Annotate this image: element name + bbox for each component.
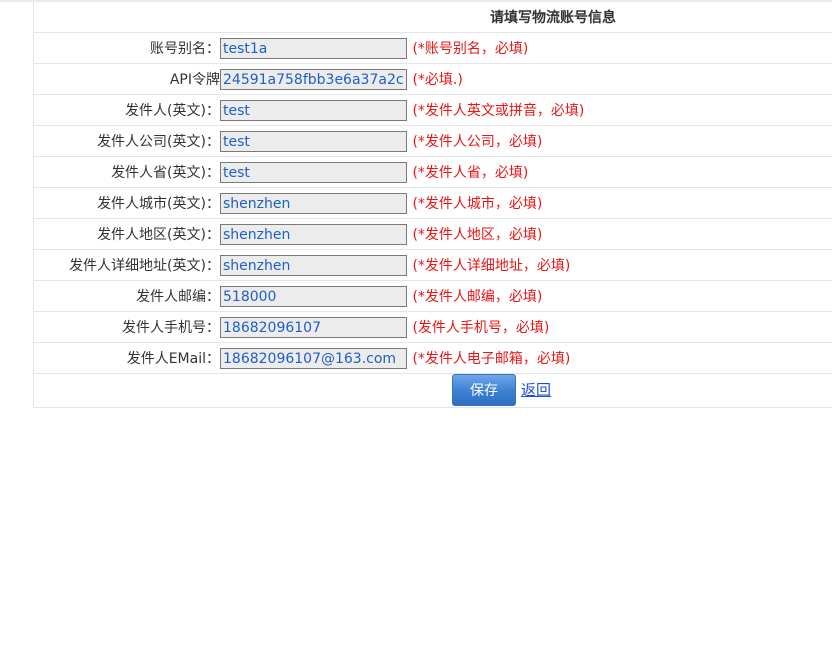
field-hint: (*发件人省，必填) [412, 165, 529, 181]
page: 请填写物流账号信息 账号别名： (*账号别名，必填) API令牌 (*必填.) … [0, 0, 832, 670]
field-hint: (发件人手机号，必填) [412, 320, 550, 336]
field-row-api-token: API令牌 (*必填.) [33, 63, 832, 95]
form-title: 请填写物流账号信息 [490, 10, 616, 26]
field-label: 发件人(英文)： [33, 94, 220, 126]
field-row-sender-name: 发件人(英文)： (*发件人英文或拼音，必填) [33, 94, 832, 126]
field-row-sender-email: 发件人EMail： (*发件人电子邮箱，必填) [33, 342, 832, 374]
field-cell: (*必填.) [220, 63, 832, 95]
field-hint: (*必填.) [412, 72, 463, 88]
field-label: API令牌 [33, 63, 220, 95]
sender-company-input[interactable] [220, 130, 407, 152]
sender-name-input[interactable] [220, 99, 407, 121]
field-cell: (*发件人省，必填) [220, 156, 832, 188]
field-hint: (*账号别名，必填) [412, 41, 529, 57]
field-row-sender-address: 发件人详细地址(英文)： (*发件人详细地址，必填) [33, 249, 832, 281]
sender-province-input[interactable] [220, 161, 407, 183]
field-hint: (*发件人英文或拼音，必填) [412, 103, 585, 119]
field-cell: (发件人手机号，必填) [220, 311, 832, 343]
field-row-sender-mobile: 发件人手机号： (发件人手机号，必填) [33, 311, 832, 343]
account-alias-input[interactable] [220, 37, 407, 59]
field-hint: (*发件人电子邮箱，必填) [412, 351, 571, 367]
sender-mobile-input[interactable] [220, 316, 407, 338]
save-button[interactable]: 保存 [452, 374, 516, 406]
field-cell: (*发件人城市，必填) [220, 187, 832, 219]
field-label: 发件人省(英文)： [33, 156, 220, 188]
field-label: 发件人公司(英文)： [33, 125, 220, 157]
sender-address-input[interactable] [220, 254, 407, 276]
sender-email-input[interactable] [220, 347, 407, 369]
field-hint: (*发件人城市，必填) [412, 196, 543, 212]
sender-city-input[interactable] [220, 192, 407, 214]
field-hint: (*发件人公司，必填) [412, 134, 543, 150]
field-cell: (*发件人公司，必填) [220, 125, 832, 157]
field-label: 账号别名： [33, 32, 220, 64]
field-row-sender-company: 发件人公司(英文)： (*发件人公司，必填) [33, 125, 832, 157]
form-header-row: 请填写物流账号信息 [33, 2, 832, 33]
sender-district-input[interactable] [220, 223, 407, 245]
form-title-cell: 请填写物流账号信息 [33, 2, 832, 33]
field-cell: (*发件人地区，必填) [220, 218, 832, 250]
sender-postcode-input[interactable] [220, 285, 407, 307]
field-row-account-alias: 账号别名： (*账号别名，必填) [33, 32, 832, 64]
field-label: 发件人EMail： [33, 342, 220, 374]
api-token-input[interactable] [220, 68, 407, 90]
field-cell: (*发件人电子邮箱，必填) [220, 342, 832, 374]
field-label: 发件人城市(英文)： [33, 187, 220, 219]
back-link[interactable]: 返回 [521, 379, 551, 400]
action-cell: 保存 返回 [33, 373, 832, 408]
field-row-sender-postcode: 发件人邮编： (*发件人邮编，必填) [33, 280, 832, 312]
field-row-sender-district: 发件人地区(英文)： (*发件人地区，必填) [33, 218, 832, 250]
field-label: 发件人地区(英文)： [33, 218, 220, 250]
field-cell: (*发件人详细地址，必填) [220, 249, 832, 281]
field-row-sender-city: 发件人城市(英文)： (*发件人城市，必填) [33, 187, 832, 219]
field-hint: (*发件人邮编，必填) [412, 289, 543, 305]
field-cell: (*发件人英文或拼音，必填) [220, 94, 832, 126]
field-label: 发件人详细地址(英文)： [33, 249, 220, 281]
field-cell: (*发件人邮编，必填) [220, 280, 832, 312]
field-cell: (*账号别名，必填) [220, 32, 832, 64]
field-row-sender-province: 发件人省(英文)： (*发件人省，必填) [33, 156, 832, 188]
logistics-account-form: 请填写物流账号信息 账号别名： (*账号别名，必填) API令牌 (*必填.) … [33, 2, 832, 408]
field-hint: (*发件人地区，必填) [412, 227, 543, 243]
field-label: 发件人邮编： [33, 280, 220, 312]
field-label: 发件人手机号： [33, 311, 220, 343]
action-row: 保存 返回 [33, 373, 832, 408]
field-hint: (*发件人详细地址，必填) [412, 258, 571, 274]
